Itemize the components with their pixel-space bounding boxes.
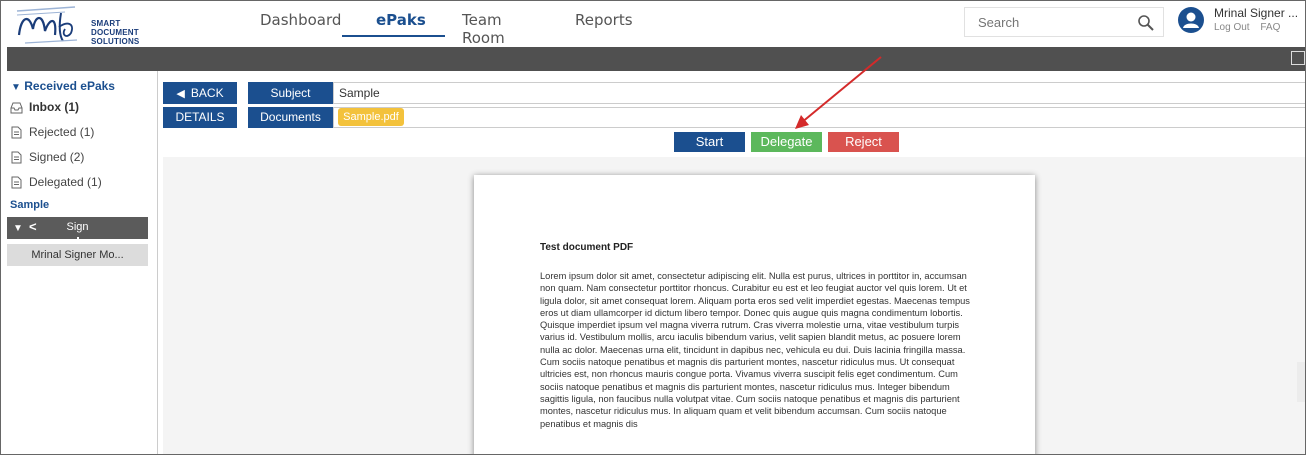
logout-link[interactable]: Log Out <box>1214 22 1250 33</box>
user-name[interactable]: Mrinal Signer ... <box>1214 6 1298 20</box>
sign-step-bar[interactable]: ▼ < Sign <box>7 217 148 243</box>
sidebar-item-label: Rejected (1) <box>29 125 95 139</box>
details-button[interactable]: DETAILS <box>163 107 237 128</box>
document-viewer[interactable]: Test document PDF Lorem ipsum dolor sit … <box>163 157 1305 454</box>
delegate-button[interactable]: Delegate <box>751 132 822 152</box>
logo-line-1: SMART DOCUMENT <box>91 19 139 37</box>
user-links: Log Out FAQ <box>1214 22 1288 33</box>
sidebar-heading[interactable]: ▼ Received ePaks <box>11 79 115 93</box>
document-title: Test document PDF <box>540 242 634 253</box>
document-icon <box>11 176 22 188</box>
subject-label: Subject <box>248 82 333 104</box>
sidebar-item-rejected[interactable]: Rejected (1) <box>10 125 94 139</box>
sidebar-item-label: Delegated (1) <box>29 175 102 189</box>
documents-label: Documents <box>248 107 333 128</box>
sign-step-label: Sign <box>66 221 89 233</box>
document-body: Lorem ipsum dolor sit amet, consectetur … <box>540 271 970 429</box>
nav-active-underline <box>342 35 445 37</box>
logo-text: SMART DOCUMENT SOLUTIONS <box>91 19 155 46</box>
logo-line-2: SOLUTIONS <box>91 37 140 46</box>
document-page: Test document PDF Lorem ipsum dolor sit … <box>474 175 1035 454</box>
back-button-label: BACK <box>190 86 224 100</box>
step-notch <box>77 237 79 243</box>
search-box <box>964 7 1164 37</box>
scrollbar-handle[interactable] <box>1297 362 1305 402</box>
sidebar-heading-label: Received ePaks <box>24 79 115 93</box>
logo[interactable]: SMART DOCUMENT SOLUTIONS <box>15 5 155 46</box>
expand-icon[interactable] <box>1291 51 1305 65</box>
nav-dashboard[interactable]: Dashboard <box>260 11 341 29</box>
sidebar-item-label: Inbox (1) <box>29 100 79 114</box>
annotation-arrow-icon <box>795 56 882 129</box>
epak-name[interactable]: Sample <box>10 199 49 211</box>
start-button[interactable]: Start <box>674 132 745 152</box>
faq-link[interactable]: FAQ <box>1260 22 1280 33</box>
top-header: SMART DOCUMENT SOLUTIONS Dashboard ePaks… <box>1 1 1305 47</box>
sidebar-item-inbox[interactable]: Inbox (1) <box>10 100 79 114</box>
document-icon <box>11 151 22 163</box>
user-icon <box>1183 12 1199 28</box>
sidebar-item-signed[interactable]: Signed (2) <box>10 150 84 164</box>
app-window: SMART DOCUMENT SOLUTIONS Dashboard ePaks… <box>0 0 1306 455</box>
document-tab-sample-pdf[interactable]: Sample.pdf <box>338 108 404 126</box>
search-input[interactable] <box>965 8 1135 36</box>
arrow-left-icon: ◀ <box>176 88 185 100</box>
sidebar-item-delegated[interactable]: Delegated (1) <box>10 175 102 189</box>
inbox-icon <box>10 102 23 113</box>
nav-reports[interactable]: Reports <box>575 11 633 29</box>
sidebar: ▼ Received ePaks Inbox (1) Rejected (1) … <box>1 71 158 454</box>
reject-button[interactable]: Reject <box>828 132 899 152</box>
search-icon[interactable] <box>1137 14 1155 32</box>
nav-team-room[interactable]: Team Room <box>462 11 505 47</box>
signer-row[interactable]: Mrinal Signer Mo... <box>7 244 148 266</box>
caret-down-icon: ▼ <box>11 82 21 93</box>
toolbar-strip <box>7 47 1305 71</box>
document-icon <box>11 126 22 138</box>
back-button[interactable]: ◀ BACK <box>163 82 237 104</box>
logo-mark-icon <box>16 6 78 44</box>
nav-epaks[interactable]: ePaks <box>376 11 426 29</box>
avatar[interactable] <box>1178 7 1204 33</box>
sidebar-item-label: Signed (2) <box>29 150 85 164</box>
